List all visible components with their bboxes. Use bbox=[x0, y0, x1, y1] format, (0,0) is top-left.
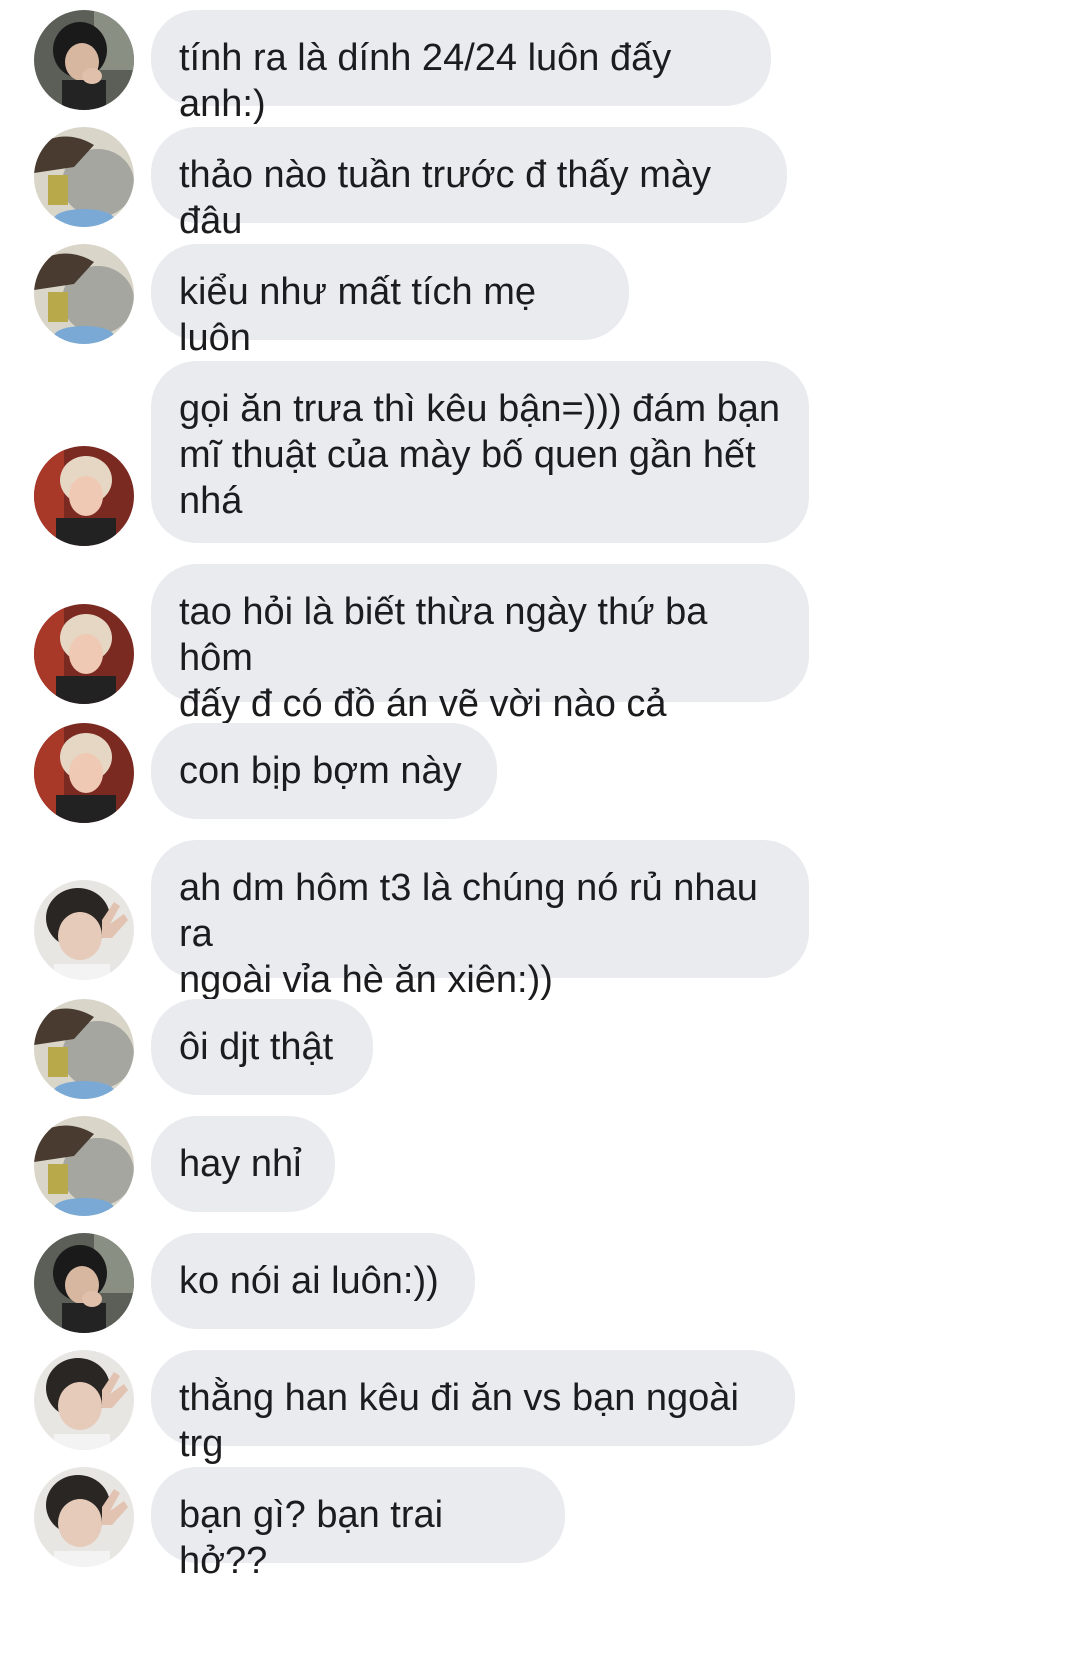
avatar[interactable] bbox=[34, 127, 134, 227]
message-row: ko nói ai luôn:)) bbox=[0, 1233, 1080, 1333]
message-row: ah dm hôm t3 là chúng nó rủ nhau ra ngoà… bbox=[0, 840, 1080, 1001]
avatar[interactable] bbox=[34, 1350, 134, 1450]
message-bubble[interactable]: ôi djt thật bbox=[151, 999, 373, 1095]
avatar[interactable] bbox=[34, 723, 134, 823]
message-bubble[interactable]: tính ra là dính 24/24 luôn đấy anh:) bbox=[151, 10, 771, 125]
message-bubble[interactable]: tao hỏi là biết thừa ngày thứ ba hôm đấy… bbox=[151, 564, 809, 725]
avatar[interactable] bbox=[34, 880, 134, 980]
avatar-peace-sign-icon bbox=[34, 880, 134, 980]
message-bubble[interactable]: ah dm hôm t3 là chúng nó rủ nhau ra ngoà… bbox=[151, 840, 809, 1001]
message-bubble[interactable]: thảo nào tuần trước đ thấy mày đâu bbox=[151, 127, 787, 242]
avatar-peace-sign-icon bbox=[34, 1467, 134, 1567]
message-bubble[interactable]: con bịp bợm này bbox=[151, 723, 497, 819]
avatar[interactable] bbox=[34, 244, 134, 344]
avatar-blonde-icon bbox=[34, 723, 134, 823]
message-row: gọi ăn trưa thì kêu bận=))) đám bạn mĩ t… bbox=[0, 361, 1080, 546]
message-row: ôi djt thật bbox=[0, 999, 1080, 1099]
avatar-dark-hair-icon bbox=[34, 10, 134, 110]
avatar-blonde-icon bbox=[34, 446, 134, 546]
message-row: tính ra là dính 24/24 luôn đấy anh:) bbox=[0, 10, 1080, 125]
message-row: thảo nào tuần trước đ thấy mày đâu bbox=[0, 127, 1080, 242]
avatar-blonde-icon bbox=[34, 604, 134, 704]
avatar-pillow-icon bbox=[34, 127, 134, 227]
message-row: tao hỏi là biết thừa ngày thứ ba hôm đấy… bbox=[0, 564, 1080, 725]
avatar-pillow-icon bbox=[34, 999, 134, 1099]
avatar-dark-hair-icon bbox=[34, 1233, 134, 1333]
message-bubble[interactable]: bạn gì? bạn trai hở?? bbox=[151, 1467, 565, 1582]
avatar-pillow-icon bbox=[34, 244, 134, 344]
avatar-peace-sign-icon bbox=[34, 1350, 134, 1450]
avatar[interactable] bbox=[34, 1116, 134, 1216]
message-row: hay nhỉ bbox=[0, 1116, 1080, 1216]
avatar[interactable] bbox=[34, 999, 134, 1099]
avatar[interactable] bbox=[34, 1233, 134, 1333]
message-row: con bịp bợm này bbox=[0, 723, 1080, 823]
message-row: kiểu như mất tích mẹ luôn bbox=[0, 244, 1080, 359]
message-row: thằng han kêu đi ăn vs bạn ngoài trg bbox=[0, 1350, 1080, 1465]
message-bubble[interactable]: thằng han kêu đi ăn vs bạn ngoài trg bbox=[151, 1350, 795, 1465]
avatar[interactable] bbox=[34, 1467, 134, 1567]
message-bubble[interactable]: ko nói ai luôn:)) bbox=[151, 1233, 475, 1329]
message-bubble[interactable]: hay nhỉ bbox=[151, 1116, 335, 1212]
message-bubble[interactable]: kiểu như mất tích mẹ luôn bbox=[151, 244, 629, 359]
message-row: bạn gì? bạn trai hở?? bbox=[0, 1467, 1080, 1582]
message-bubble[interactable]: gọi ăn trưa thì kêu bận=))) đám bạn mĩ t… bbox=[151, 361, 809, 543]
avatar-pillow-icon bbox=[34, 1116, 134, 1216]
avatar[interactable] bbox=[34, 446, 134, 546]
avatar[interactable] bbox=[34, 10, 134, 110]
avatar[interactable] bbox=[34, 604, 134, 704]
